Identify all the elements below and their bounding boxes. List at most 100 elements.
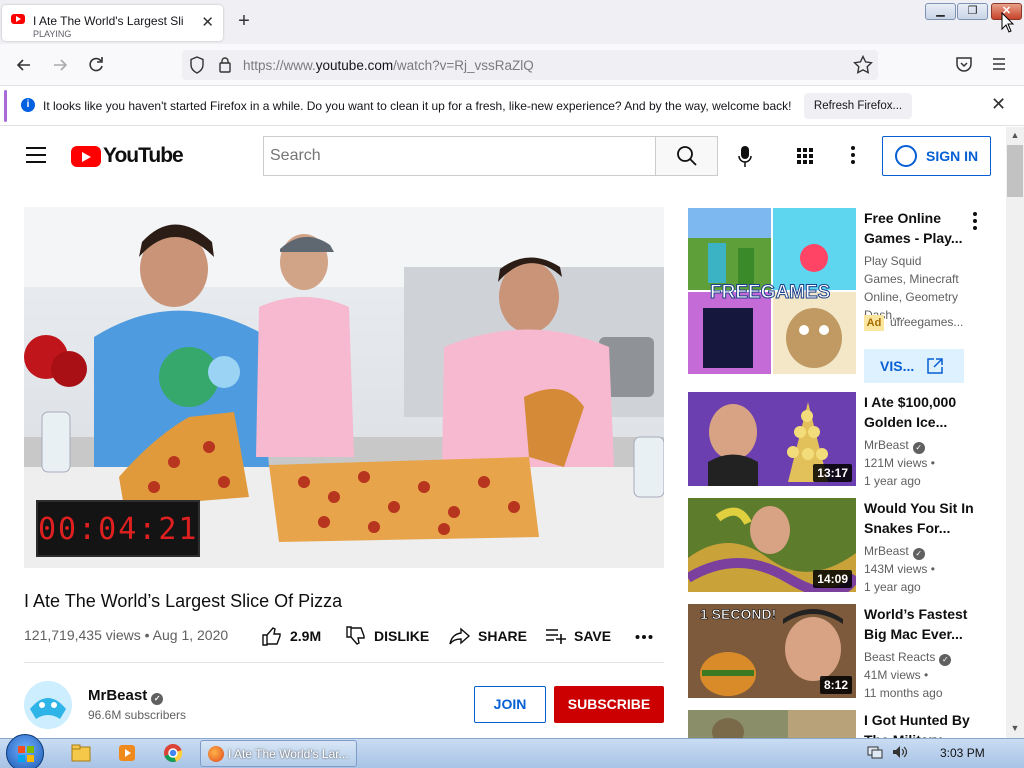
related-title[interactable]: World’s Fastest Big Mac Ever... [864, 604, 974, 644]
subscribe-button[interactable]: SUBSCRIBE [554, 686, 664, 723]
like-button[interactable]: 2.9M [261, 626, 331, 646]
dislike-label: DISLIKE [374, 628, 430, 644]
save-button[interactable]: SAVE [545, 626, 615, 646]
apps-grid-icon[interactable] [797, 148, 814, 165]
ad-thumbnail[interactable]: FREEGAMES [688, 208, 856, 374]
scroll-up-icon[interactable]: ▲ [1006, 130, 1024, 140]
close-tab-icon[interactable]: ✕ [201, 13, 214, 31]
video-duration: 13:17 [813, 464, 852, 482]
channel-name[interactable]: MrBeast ✓ [88, 687, 164, 705]
windows-logo-icon [18, 746, 34, 762]
related-channel: MrBeast ✓ [864, 542, 925, 560]
verified-icon: ✓ [912, 548, 925, 560]
video-title: I Ate The World’s Largest Slice Of Pizza [24, 591, 343, 611]
chrome-icon[interactable] [162, 742, 184, 764]
youtube-logo-text[interactable]: YouTube [103, 144, 184, 168]
restore-button[interactable]: ❐ [957, 3, 988, 20]
url-text[interactable]: https://www.youtube.com/watch?v=Rj_vssRa… [243, 58, 534, 73]
settings-more-icon[interactable] [851, 146, 855, 164]
ad-more-icon[interactable] [973, 212, 977, 230]
related-title[interactable]: Would You Sit In Snakes For... [864, 498, 974, 538]
video-duration: 14:09 [813, 570, 852, 588]
video-duration: 8:12 [819, 676, 852, 694]
bookmark-star-icon[interactable] [853, 55, 873, 74]
account-icon [895, 145, 917, 167]
playlist-add-icon [546, 629, 566, 644]
share-icon [449, 627, 471, 645]
verified-icon: ✓ [151, 693, 164, 705]
notification-close-icon[interactable]: ✕ [991, 94, 1006, 115]
scrollbar-thumb[interactable] [1007, 145, 1023, 197]
browser-tab[interactable]: I Ate The World's Largest Slice O PLAYIN… [2, 5, 223, 41]
page-scrollbar[interactable]: ▲ ▼ [1006, 127, 1024, 738]
dislike-button[interactable]: DISLIKE [345, 626, 435, 646]
tab-playing-label: PLAYING [33, 29, 72, 39]
menu-icon[interactable] [991, 57, 1007, 71]
related-title[interactable]: I Got Hunted By The Military [864, 710, 984, 738]
reload-icon [89, 57, 103, 72]
refresh-firefox-button[interactable]: Refresh Firefox... [804, 93, 912, 119]
share-label: SHARE [478, 628, 528, 644]
taskbar-task-label: I Ate The World's Lar... [228, 747, 349, 761]
microphone-icon[interactable] [738, 146, 752, 168]
share-button[interactable]: SHARE [449, 626, 529, 646]
divider [24, 662, 664, 663]
channel-avatar[interactable] [24, 681, 72, 729]
timer-text: 00:04:21 [38, 512, 199, 547]
hamburger-menu-icon[interactable] [26, 147, 46, 163]
related-thumbnail[interactable]: 1 SECOND! 8:12 [688, 604, 856, 698]
thumbs-down-icon [346, 626, 365, 645]
reload-button[interactable] [84, 53, 108, 77]
forward-button[interactable] [48, 53, 72, 77]
related-age: 1 year ago [864, 580, 921, 594]
related-thumbnail[interactable]: 13:17 [688, 392, 856, 486]
ad-thumb-text: FREEGAMES [709, 282, 831, 304]
thumb-overlay-text: 1 SECOND! [700, 606, 777, 623]
ad-visit-button[interactable]: VIS... [864, 349, 964, 383]
related-thumbnail[interactable] [688, 710, 856, 738]
more-actions-icon[interactable] [635, 634, 653, 640]
related-age: 1 year ago [864, 474, 921, 488]
related-title[interactable]: I Ate $100,000 Golden Ice... [864, 392, 974, 432]
join-button[interactable]: JOIN [474, 686, 546, 723]
new-tab-button[interactable]: + [234, 10, 254, 33]
volume-icon[interactable] [892, 745, 908, 759]
firefox-icon [208, 746, 224, 762]
taskbar-firefox-task[interactable]: I Ate The World's Lar... [200, 740, 357, 767]
back-arrow-icon [16, 59, 30, 71]
lock-icon[interactable] [218, 56, 232, 73]
pocket-icon[interactable] [955, 56, 973, 73]
youtube-favicon-icon [11, 14, 25, 24]
sign-in-button[interactable]: SIGN IN [882, 136, 991, 176]
countdown-timer-overlay: 00:04:21 [36, 500, 200, 557]
minimize-icon: ▁ [936, 5, 945, 17]
thumbs-up-icon [262, 627, 281, 646]
tracking-shield-icon[interactable] [189, 56, 205, 74]
file-explorer-icon[interactable] [70, 742, 92, 764]
system-clock[interactable]: 3:03 PM [940, 746, 985, 760]
notification-accent-bar [4, 90, 7, 122]
subscriber-count: 96.6M subscribers [88, 708, 187, 722]
related-thumbnail[interactable]: 14:09 [688, 498, 856, 592]
ad-title[interactable]: Free Online Games - Play... [864, 208, 974, 248]
related-channel: Beast Reacts ✓ [864, 648, 952, 666]
start-button[interactable] [6, 734, 44, 768]
forward-arrow-icon [54, 59, 68, 71]
external-link-icon [927, 358, 943, 374]
scroll-down-icon[interactable]: ▼ [1006, 723, 1024, 733]
related-channel: MrBeast ✓ [864, 436, 925, 454]
ad-description: Play Squid Games, Minecraft Online, Geom… [864, 254, 959, 322]
related-views: 143M views • [864, 562, 935, 576]
search-icon [677, 146, 697, 166]
back-button[interactable] [12, 53, 36, 77]
verified-icon: ✓ [939, 654, 952, 666]
search-button[interactable] [655, 136, 718, 176]
youtube-logo-icon[interactable] [71, 146, 101, 167]
search-input[interactable] [263, 136, 656, 176]
media-player-icon[interactable] [116, 742, 138, 764]
minimize-button[interactable]: ▁ [925, 3, 956, 20]
visit-label: VIS... [880, 358, 915, 374]
related-views: 121M views • [864, 456, 935, 470]
restore-icon: ❐ [967, 5, 978, 17]
network-icon[interactable] [867, 745, 883, 759]
